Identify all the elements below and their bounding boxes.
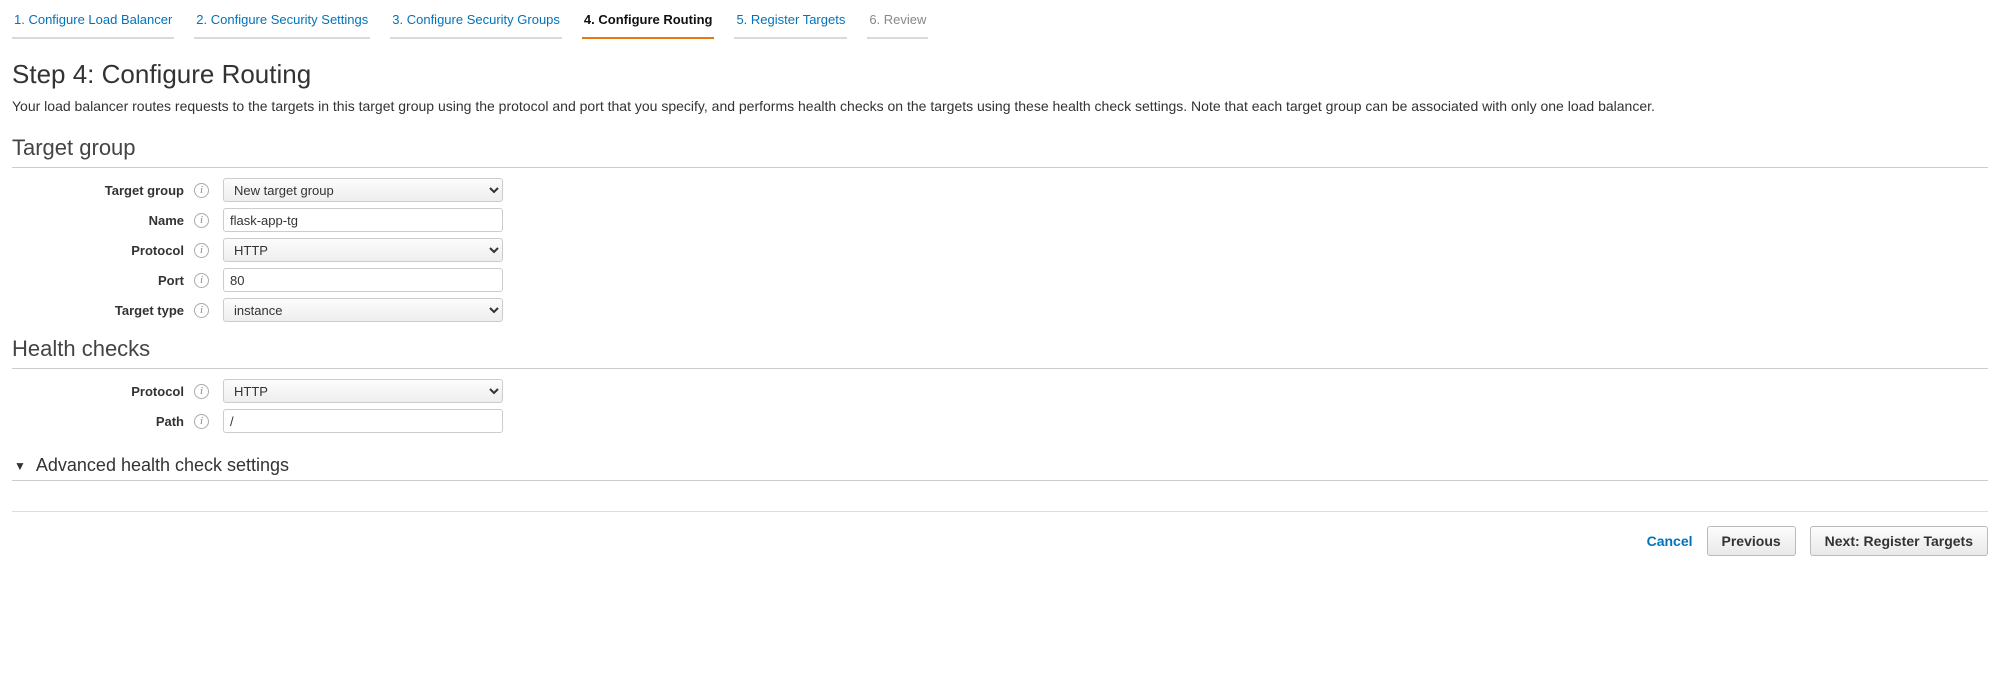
select-target-group[interactable]: New target group xyxy=(223,178,503,202)
label-port: Port xyxy=(12,273,192,288)
section-title-health-checks: Health checks xyxy=(12,336,1988,362)
label-target-type: Target type xyxy=(12,303,192,318)
divider xyxy=(12,480,1988,481)
info-icon[interactable]: i xyxy=(194,273,209,288)
input-hc-path[interactable] xyxy=(223,409,503,433)
row-protocol: Protocol i HTTP xyxy=(12,238,1988,262)
input-name[interactable] xyxy=(223,208,503,232)
wizard-steps: 1. Configure Load Balancer 2. Configure … xyxy=(12,0,1988,39)
label-protocol: Protocol xyxy=(12,243,192,258)
step-review: 6. Review xyxy=(867,6,928,39)
info-icon[interactable]: i xyxy=(194,243,209,258)
select-hc-protocol[interactable]: HTTP xyxy=(223,379,503,403)
row-hc-protocol: Protocol i HTTP xyxy=(12,379,1988,403)
cancel-button[interactable]: Cancel xyxy=(1647,533,1693,549)
next-button[interactable]: Next: Register Targets xyxy=(1810,526,1988,556)
step-configure-load-balancer[interactable]: 1. Configure Load Balancer xyxy=(12,6,174,39)
step-configure-security-groups[interactable]: 3. Configure Security Groups xyxy=(390,6,562,39)
label-target-group: Target group xyxy=(12,183,192,198)
label-hc-path: Path xyxy=(12,414,192,429)
advanced-health-check-toggle[interactable]: ▼ Advanced health check settings xyxy=(14,455,1988,476)
row-hc-path: Path i xyxy=(12,409,1988,433)
step-register-targets[interactable]: 5. Register Targets xyxy=(734,6,847,39)
info-icon[interactable]: i xyxy=(194,303,209,318)
divider xyxy=(12,167,1988,168)
select-target-type[interactable]: instance xyxy=(223,298,503,322)
row-target-type: Target type i instance xyxy=(12,298,1988,322)
advanced-label: Advanced health check settings xyxy=(36,455,289,476)
info-icon[interactable]: i xyxy=(194,414,209,429)
chevron-down-icon: ▼ xyxy=(14,459,26,473)
divider xyxy=(12,511,1988,512)
section-title-target-group: Target group xyxy=(12,135,1988,161)
info-icon[interactable]: i xyxy=(194,183,209,198)
input-port[interactable] xyxy=(223,268,503,292)
select-protocol[interactable]: HTTP xyxy=(223,238,503,262)
page-description: Your load balancer routes requests to th… xyxy=(12,96,1988,117)
page-title: Step 4: Configure Routing xyxy=(12,59,1988,90)
label-name: Name xyxy=(12,213,192,228)
info-icon[interactable]: i xyxy=(194,213,209,228)
previous-button[interactable]: Previous xyxy=(1707,526,1796,556)
row-target-group: Target group i New target group xyxy=(12,178,1988,202)
info-icon[interactable]: i xyxy=(194,384,209,399)
row-port: Port i xyxy=(12,268,1988,292)
footer-actions: Cancel Previous Next: Register Targets xyxy=(12,526,1988,556)
row-name: Name i xyxy=(12,208,1988,232)
label-hc-protocol: Protocol xyxy=(12,384,192,399)
step-configure-security-settings[interactable]: 2. Configure Security Settings xyxy=(194,6,370,39)
step-configure-routing[interactable]: 4. Configure Routing xyxy=(582,6,715,39)
divider xyxy=(12,368,1988,369)
